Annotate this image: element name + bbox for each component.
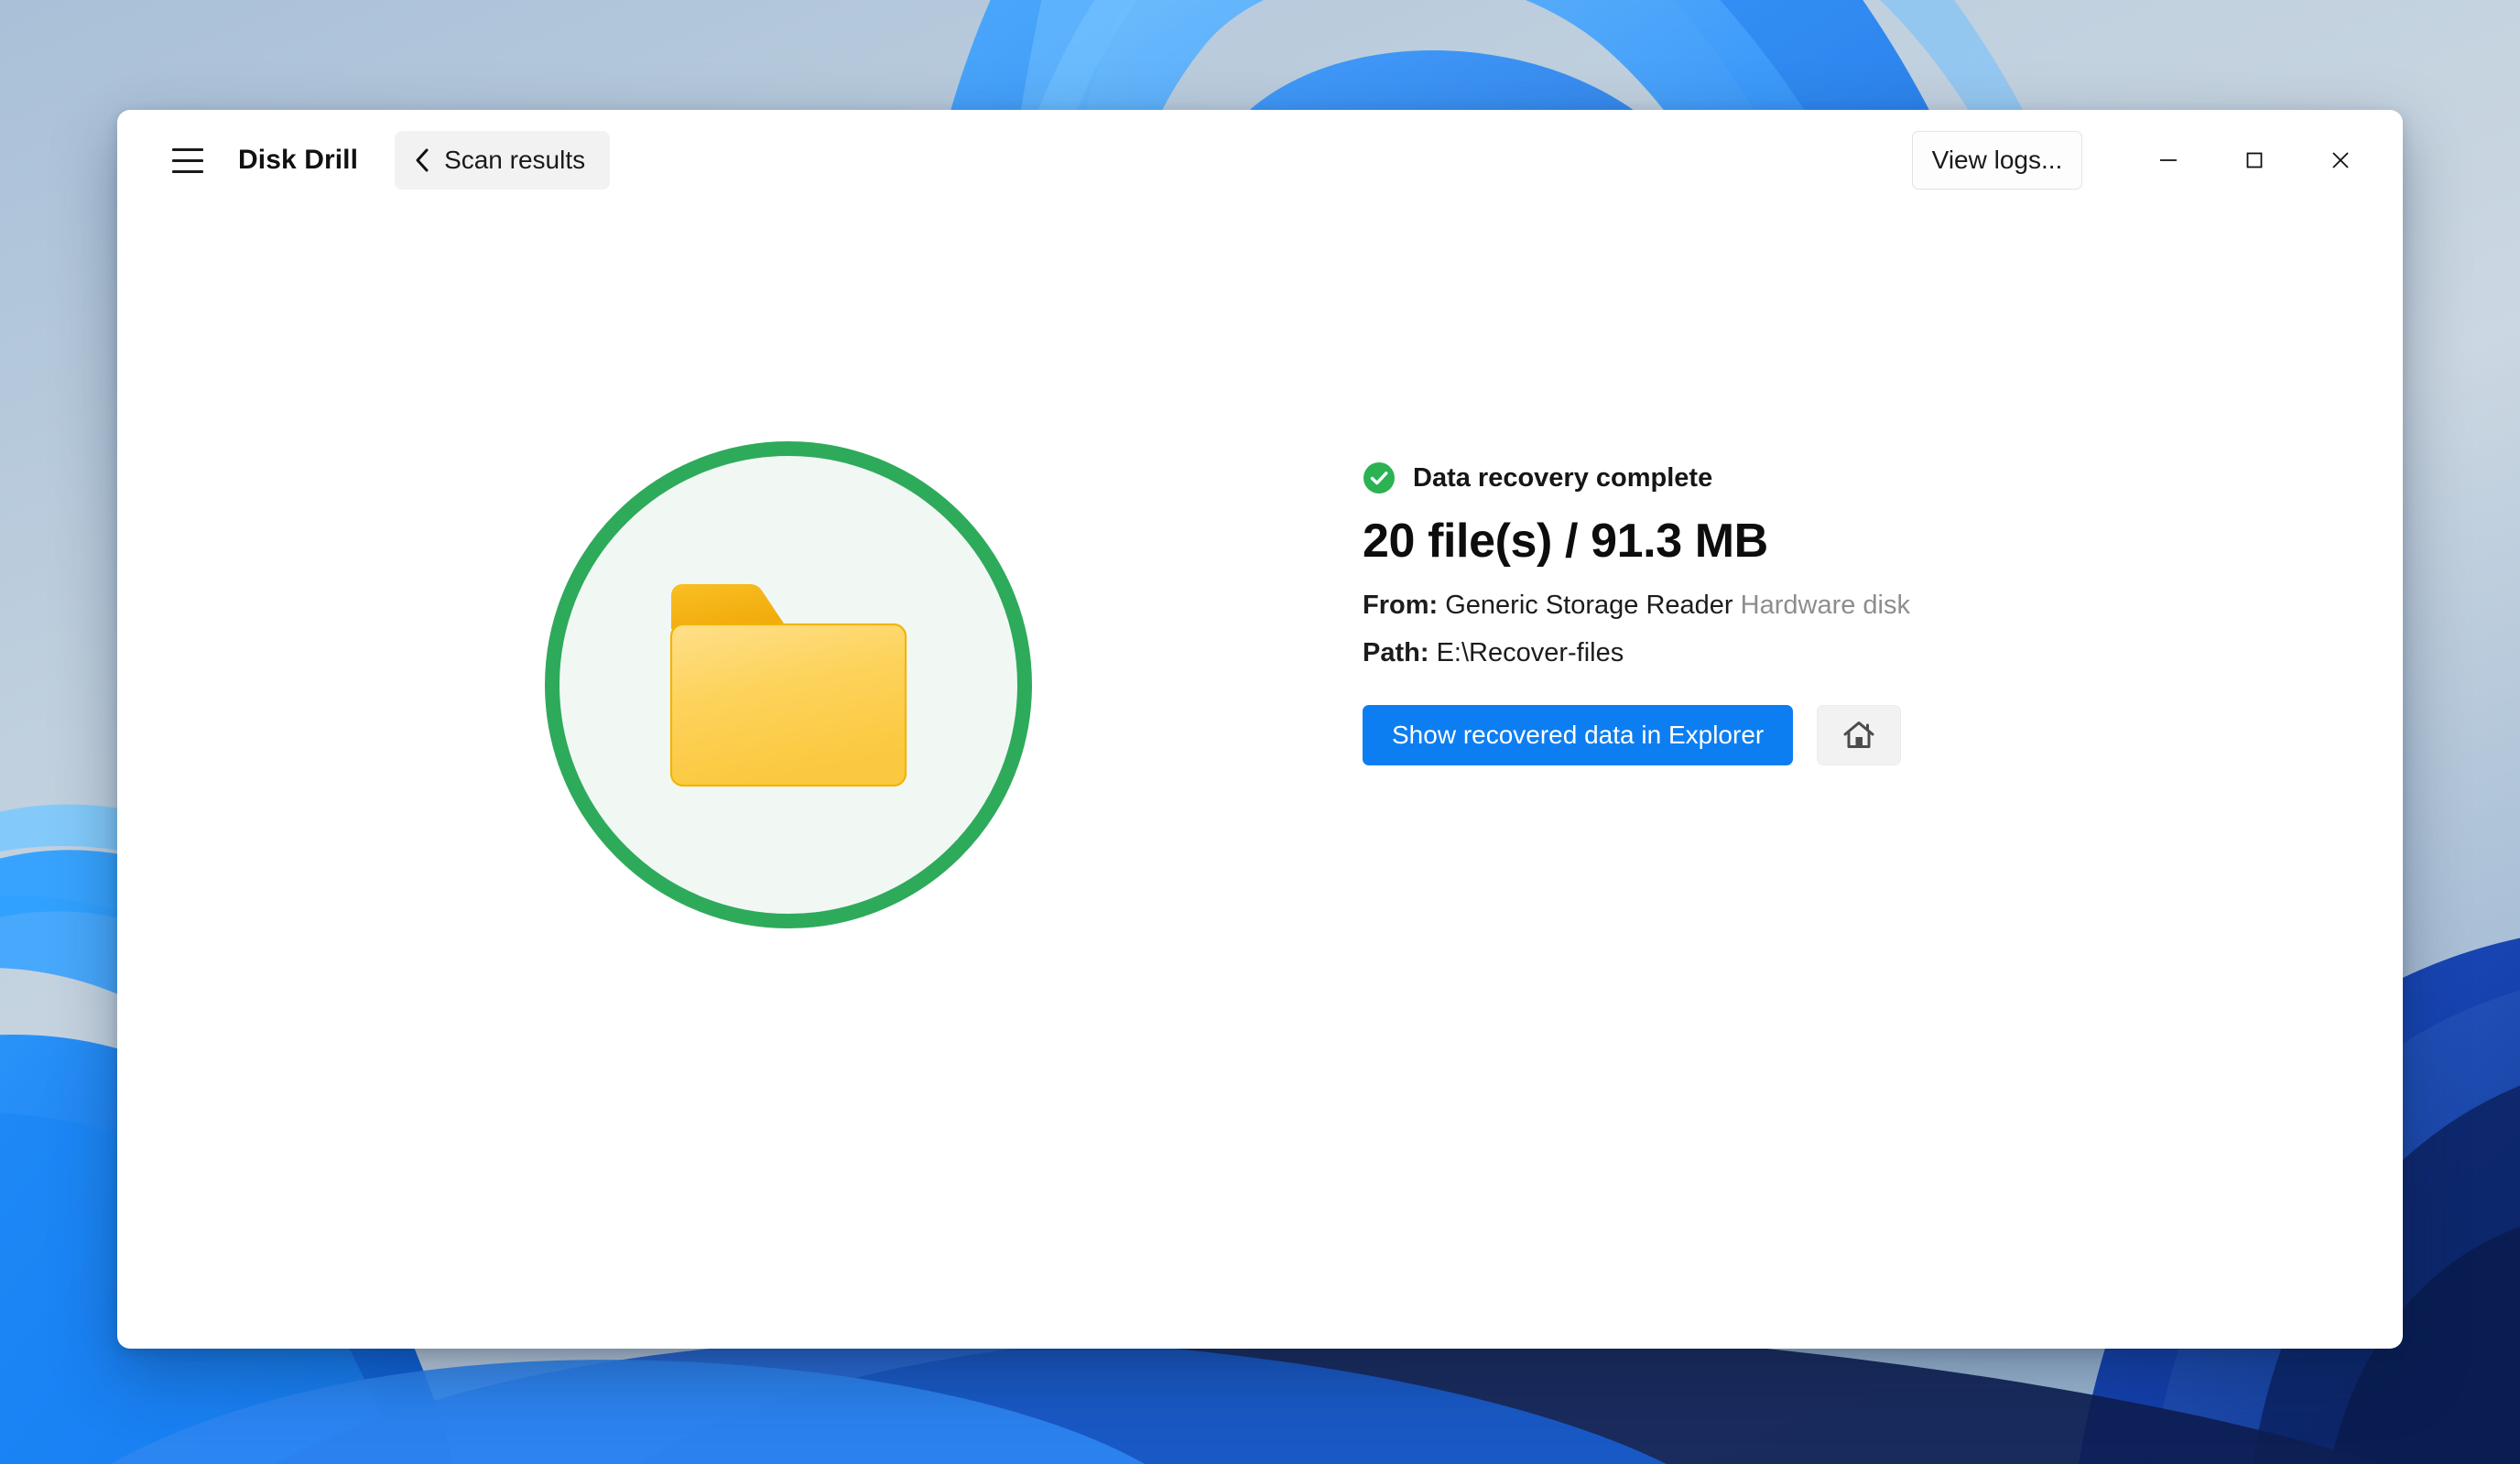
close-icon xyxy=(2332,152,2349,168)
from-note: Hardware disk xyxy=(1740,591,1910,620)
minimize-icon xyxy=(2160,159,2177,161)
from-value: Generic Storage Reader xyxy=(1445,591,1733,620)
minimize-button[interactable] xyxy=(2126,110,2210,211)
window-controls-group: View logs... xyxy=(1912,110,2403,211)
recovery-info-panel: Data recovery complete 20 file(s) / 91.3… xyxy=(1363,461,2278,765)
view-logs-button[interactable]: View logs... xyxy=(1912,131,2082,190)
maximize-icon xyxy=(2246,152,2263,168)
status-row: Data recovery complete xyxy=(1363,461,2278,494)
path-value: E:\Recover-files xyxy=(1436,638,1624,667)
action-buttons-row: Show recovered data in Explorer xyxy=(1363,705,2278,765)
back-to-scan-results-button[interactable]: Scan results xyxy=(395,131,611,190)
app-title: Disk Drill xyxy=(238,145,359,175)
hamburger-menu-icon[interactable] xyxy=(159,132,216,189)
maximize-button[interactable] xyxy=(2212,110,2297,211)
chevron-left-icon xyxy=(416,148,429,172)
folder-front xyxy=(669,623,907,787)
home-icon xyxy=(1843,721,1874,748)
disk-drill-window: Disk Drill Scan results View logs... Dat… xyxy=(117,110,2403,1349)
hamburger-line xyxy=(172,169,203,173)
main-content: Data recovery complete 20 file(s) / 91.3… xyxy=(117,211,2403,1349)
folder-in-circle-graphic xyxy=(545,441,1032,928)
from-label: From: xyxy=(1363,591,1439,620)
status-text: Data recovery complete xyxy=(1413,462,1713,493)
hamburger-line xyxy=(172,158,203,162)
recovery-illustration xyxy=(538,434,1039,936)
files-summary-heading: 20 file(s) / 91.3 MB xyxy=(1363,515,1768,568)
close-button[interactable] xyxy=(2298,110,2383,211)
hamburger-line xyxy=(172,147,203,151)
back-button-label: Scan results xyxy=(444,146,586,174)
source-line: From: Generic Storage Reader Hardware di… xyxy=(1363,591,2278,621)
window-titlebar: Disk Drill Scan results View logs... xyxy=(117,110,2403,211)
path-label: Path: xyxy=(1363,638,1429,667)
home-button[interactable] xyxy=(1817,705,1902,765)
desktop-background: Disk Drill Scan results View logs... Dat… xyxy=(0,0,2520,1464)
path-line: Path: E:\Recover-files xyxy=(1363,638,2278,668)
show-recovered-data-button[interactable]: Show recovered data in Explorer xyxy=(1363,705,1794,765)
check-circle-icon xyxy=(1363,462,1395,493)
